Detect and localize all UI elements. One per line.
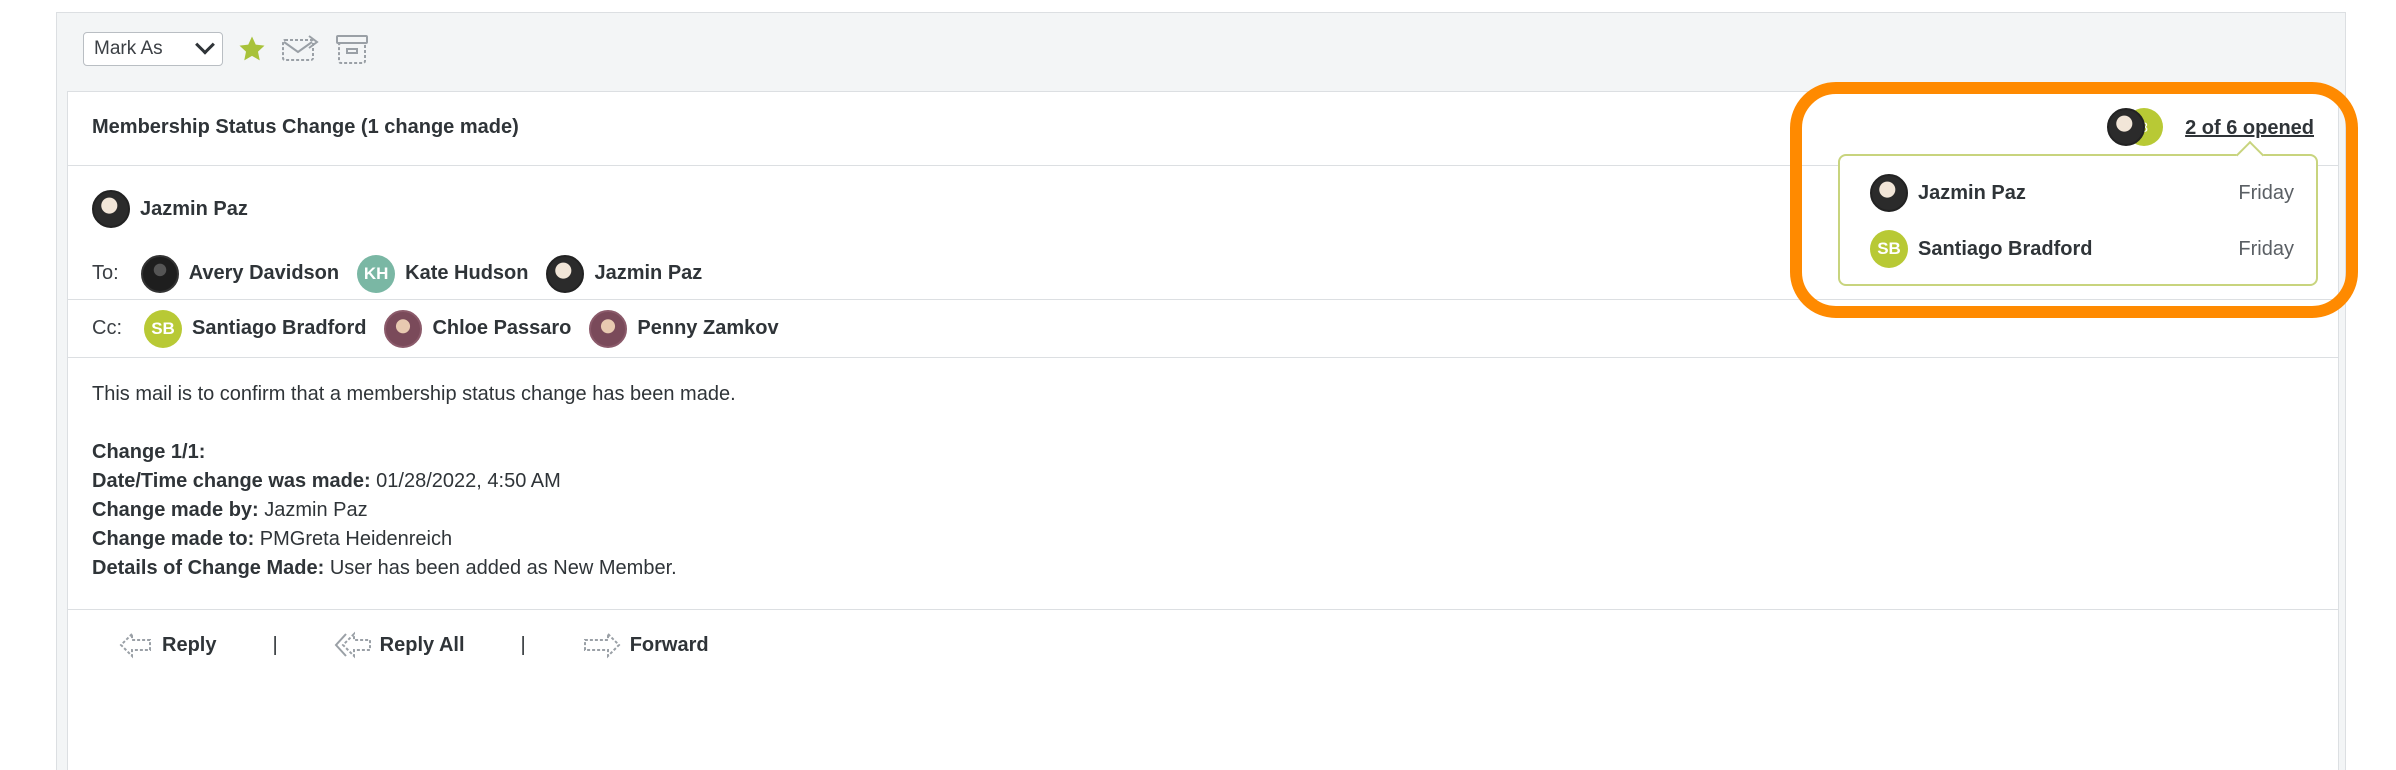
change-line: Details of Change Made: User has been ad…: [92, 557, 677, 579]
sender-name: Jazmin Paz: [140, 197, 248, 220]
reader-avatar-stack[interactable]: 3: [2107, 108, 2164, 148]
cc-chip[interactable]: SB Santiago Bradford: [144, 309, 367, 348]
sender: Jazmin Paz: [92, 190, 266, 228]
reader-row[interactable]: SB Santiago Bradford Friday: [1870, 230, 2294, 268]
change-line: Change made by: Jazmin Paz: [92, 499, 368, 521]
cc-label: Cc:: [92, 317, 122, 339]
recipient-chip[interactable]: KH Kate Hudson: [357, 254, 529, 293]
recipient-name: Kate Hudson: [405, 262, 529, 284]
recipient-chip[interactable]: Avery Davidson: [140, 254, 340, 293]
forward-button[interactable]: Forward: [582, 630, 709, 660]
sender-chip[interactable]: Jazmin Paz: [92, 190, 248, 228]
avatar: [1870, 174, 1908, 212]
reader-name: Jazmin Paz: [1918, 181, 2026, 204]
opened-by-popover: Jazmin Paz Friday SB Santiago Bradford F…: [1838, 154, 2318, 286]
reader: SB Santiago Bradford: [1870, 230, 2092, 268]
mark-read-icon[interactable]: [281, 34, 321, 64]
avatar: [384, 309, 423, 348]
reader-row[interactable]: Jazmin Paz Friday: [1870, 174, 2294, 212]
body-intro: This mail is to confirm that a membershi…: [92, 383, 736, 405]
to-label: To:: [92, 262, 119, 284]
reply-all-label: Reply All: [379, 633, 465, 656]
cc-chip[interactable]: Chloe Passaro: [384, 309, 572, 348]
forward-icon: [583, 631, 621, 659]
reader: Jazmin Paz: [1870, 174, 2026, 212]
avatar: [2107, 108, 2146, 146]
reply-label: Reply: [162, 633, 217, 656]
reader-opened-time: Friday: [2238, 237, 2294, 260]
avatar: KH: [357, 254, 396, 293]
cc-chip[interactable]: Penny Zamkov: [589, 309, 779, 348]
reader-name: Santiago Bradford: [1918, 237, 2093, 260]
recipient-chip[interactable]: Jazmin Paz: [546, 254, 703, 293]
avatar: SB: [1870, 230, 1908, 268]
avatar: [546, 254, 585, 293]
cc-recipients: Cc: SB Santiago Bradford Chloe Passaro P…: [68, 300, 2338, 358]
read-receipts: 3 2 of 6 opened: [2107, 108, 2314, 148]
mark-as-dropdown[interactable]: Mark As: [83, 32, 223, 66]
cc-name: Chloe Passaro: [432, 317, 572, 339]
change-line: Change made to: PMGreta Heidenreich: [92, 528, 453, 550]
avatar: [589, 309, 628, 348]
opened-count-link[interactable]: 2 of 6 opened: [2185, 117, 2314, 140]
change-heading: Change 1/1:: [92, 441, 206, 463]
avatar: SB: [144, 309, 182, 348]
change-line: Date/Time change was made: 01/28/2022, 4…: [92, 470, 561, 492]
reply-all-button[interactable]: Reply All: [334, 630, 465, 660]
message-actions: Reply | Reply All | Forward: [68, 609, 2338, 770]
reply-icon: [119, 631, 151, 659]
mark-as-label: Mark As: [94, 38, 163, 59]
recipient-name: Jazmin Paz: [594, 262, 703, 284]
reply-button[interactable]: Reply: [118, 630, 216, 660]
avatar: [140, 254, 179, 293]
forward-label: Forward: [629, 633, 709, 656]
action-separator: |: [272, 633, 278, 656]
cc-name: Penny Zamkov: [637, 317, 779, 339]
message-subject: Membership Status Change (1 change made): [92, 116, 519, 138]
reader-opened-time: Friday: [2238, 181, 2294, 204]
archive-icon[interactable]: [335, 33, 369, 65]
reply-all-icon: [334, 631, 371, 659]
action-separator: |: [520, 633, 526, 656]
recipient-name: Avery Davidson: [188, 262, 340, 284]
cc-name: Santiago Bradford: [192, 317, 367, 339]
message-toolbar: Mark As: [83, 31, 369, 67]
email-viewer-panel: Mark As Membership Status Change (1 chan…: [56, 12, 2346, 770]
star-icon[interactable]: [237, 34, 267, 64]
chevron-down-icon: [195, 34, 215, 55]
message-body: This mail is to confirm that a membershi…: [92, 380, 736, 583]
avatar: [92, 190, 130, 228]
